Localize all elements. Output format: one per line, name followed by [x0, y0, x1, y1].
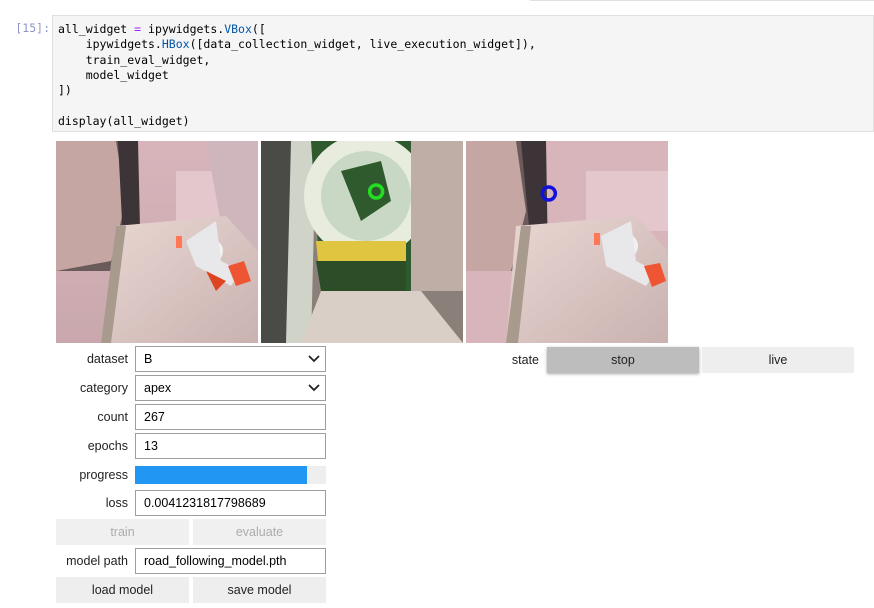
- progress-fill: [135, 466, 307, 484]
- stop-toggle-button[interactable]: stop: [547, 347, 699, 373]
- model-path-row: model path road_following_model.pth: [56, 548, 328, 574]
- dataset-select[interactable]: B: [135, 346, 326, 372]
- model-path-label: model path: [66, 554, 128, 568]
- code-line: ipywidgets.HBox([data_collection_widget,…: [58, 37, 536, 52]
- progress-label: progress: [79, 468, 128, 482]
- category-value: apex: [144, 381, 172, 395]
- train-button[interactable]: train: [56, 519, 189, 545]
- load-model-button[interactable]: load model: [56, 577, 189, 603]
- dataset-label: dataset: [86, 352, 128, 366]
- dataset-row: dataset B: [56, 346, 328, 372]
- count-field[interactable]: 267: [135, 404, 326, 430]
- code-line: model_widget: [58, 67, 169, 82]
- model-path-field[interactable]: road_following_model.pth: [135, 548, 326, 574]
- count-row: count 267: [56, 404, 328, 430]
- code-cell[interactable]: all_widget = ipywidgets.VBox([ ipywidget…: [52, 15, 874, 132]
- loss-field[interactable]: 0.0041231817798689: [135, 490, 326, 516]
- code-line: all_widget = ipywidgets.VBox([: [58, 22, 266, 36]
- live-toggle-button[interactable]: live: [702, 347, 854, 373]
- chevron-down-icon: [308, 384, 320, 392]
- evaluate-button[interactable]: evaluate: [193, 519, 326, 545]
- loss-label: loss: [105, 496, 128, 510]
- chevron-down-icon: [308, 355, 320, 363]
- code-line: train_eval_widget,: [58, 52, 211, 67]
- category-row: category apex: [56, 375, 328, 401]
- camera-images-row: [56, 141, 668, 343]
- progress-bar: [135, 466, 326, 484]
- code-line: ]): [58, 83, 72, 98]
- epochs-row: epochs 13: [56, 433, 328, 459]
- camera-image-2: [261, 141, 463, 343]
- state-label: state: [511, 353, 539, 367]
- category-select[interactable]: apex: [135, 375, 326, 401]
- epochs-label: epochs: [87, 439, 128, 453]
- top-divider: [530, 0, 874, 1]
- count-label: count: [97, 410, 128, 424]
- camera-image-3: [466, 141, 668, 343]
- progress-row: progress: [56, 462, 328, 488]
- epochs-field[interactable]: 13: [135, 433, 326, 459]
- camera-image-1: [56, 141, 258, 343]
- category-label: category: [80, 381, 128, 395]
- dataset-value: B: [144, 352, 153, 366]
- code-line: display(all_widget): [58, 113, 190, 128]
- loss-row: loss 0.0041231817798689: [56, 490, 328, 516]
- cell-prompt: [15]:: [15, 21, 50, 35]
- save-model-button[interactable]: save model: [193, 577, 326, 603]
